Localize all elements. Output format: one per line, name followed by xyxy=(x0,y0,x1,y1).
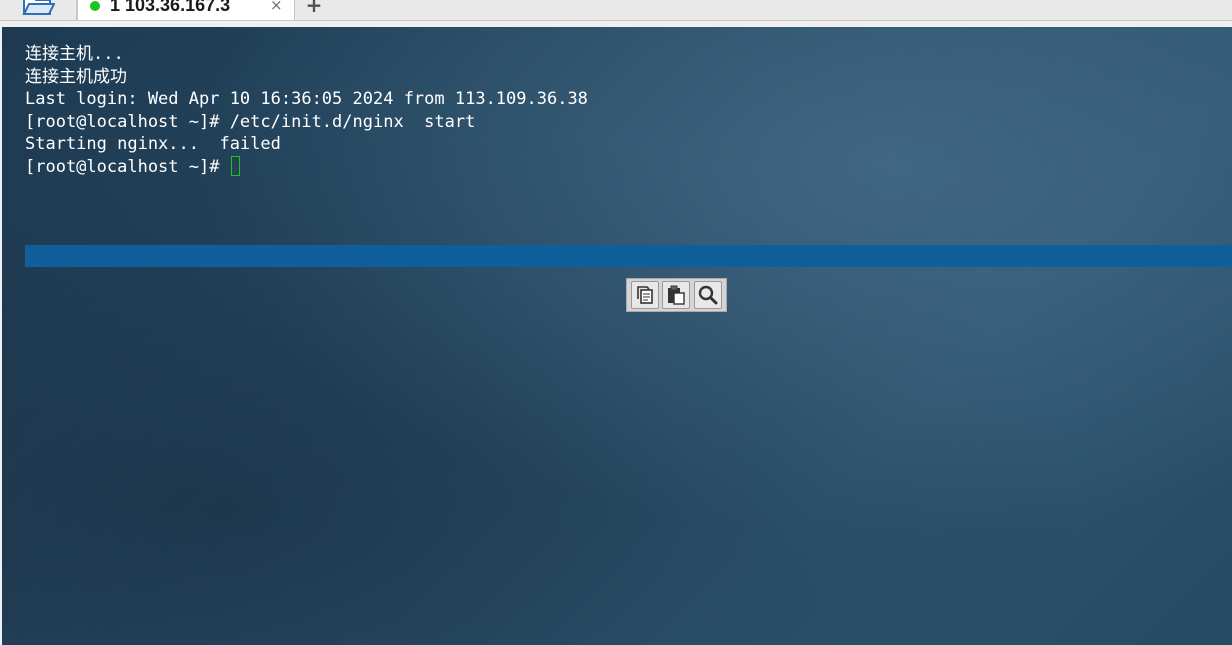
tab-session-1[interactable]: 1 103.36.167.3 × xyxy=(77,0,295,20)
terminal-line: Starting nginx... failed xyxy=(25,134,281,154)
tab-session-title: 1 103.36.167.3 xyxy=(110,0,231,15)
terminal-prompt: [root@localhost ~]# xyxy=(25,156,230,177)
terminal-cursor xyxy=(230,155,240,176)
connection-status-icon xyxy=(90,1,100,11)
copy-icon xyxy=(637,286,653,304)
terminal-line: Last login: Wed Apr 10 16:36:05 2024 fro… xyxy=(25,89,588,109)
paste-icon xyxy=(668,285,686,305)
copy-button[interactable] xyxy=(630,281,659,309)
terminal-line: 连接主机成功 xyxy=(25,66,127,87)
paste-button[interactable] xyxy=(662,281,691,309)
terminal-line: 连接主机... xyxy=(25,44,124,64)
tab-close-icon[interactable]: × xyxy=(270,0,283,15)
new-tab-button[interactable]: + xyxy=(304,0,324,17)
terminal-line: [root@localhost ~]# /etc/init.d/nginx st… xyxy=(25,111,476,132)
tab-bar: 1 103.36.167.3 × + xyxy=(0,0,1232,21)
search-button[interactable] xyxy=(694,281,723,309)
open-session-button[interactable] xyxy=(0,0,77,20)
selection-toolbar xyxy=(626,278,727,312)
selection-highlight xyxy=(25,245,1232,267)
search-icon xyxy=(698,285,718,305)
folder-open-icon xyxy=(22,0,55,15)
terminal-output: 连接主机... 连接主机成功 Last login: Wed Apr 10 16… xyxy=(25,43,588,178)
terminal-prompt-line[interactable]: [root@localhost ~]# xyxy=(25,155,588,179)
terminal-area[interactable]: 连接主机... 连接主机成功 Last login: Wed Apr 10 16… xyxy=(2,27,1232,645)
